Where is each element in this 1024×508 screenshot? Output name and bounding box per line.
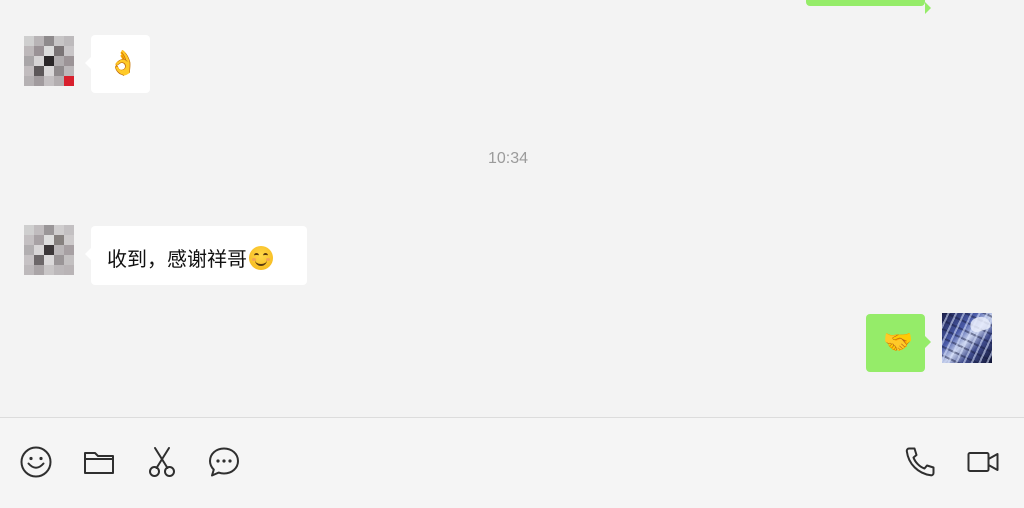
message-timestamp: 10:34: [487, 150, 529, 167]
ok-hand-emoji: 👌: [108, 49, 138, 77]
folder-icon[interactable]: [82, 445, 116, 479]
input-toolbar: [0, 418, 1024, 508]
message-bubble-outgoing[interactable]: 🤝: [866, 314, 931, 372]
contact-avatar[interactable]: [24, 36, 74, 86]
chat-area: 👌 10:34 收到，感谢祥哥 🤝: [0, 0, 1024, 417]
chat-history-icon[interactable]: [207, 445, 241, 479]
handshake-emoji: 🤝: [883, 328, 913, 356]
message-text-content: 收到，感谢祥哥: [107, 249, 247, 271]
video-icon[interactable]: [966, 445, 1000, 479]
emoji-icon[interactable]: [19, 445, 53, 479]
message-bubble-partial[interactable]: [806, 0, 931, 14]
phone-icon[interactable]: [903, 445, 937, 479]
contact-avatar[interactable]: [24, 225, 74, 275]
message-text: 收到，感谢祥哥: [107, 243, 273, 272]
message-bubble-incoming[interactable]: 👌: [85, 35, 150, 93]
self-avatar[interactable]: [942, 313, 992, 363]
scissors-icon[interactable]: [145, 445, 179, 479]
smile-emoji: [249, 246, 273, 270]
message-bubble-incoming[interactable]: 收到，感谢祥哥: [85, 226, 307, 285]
